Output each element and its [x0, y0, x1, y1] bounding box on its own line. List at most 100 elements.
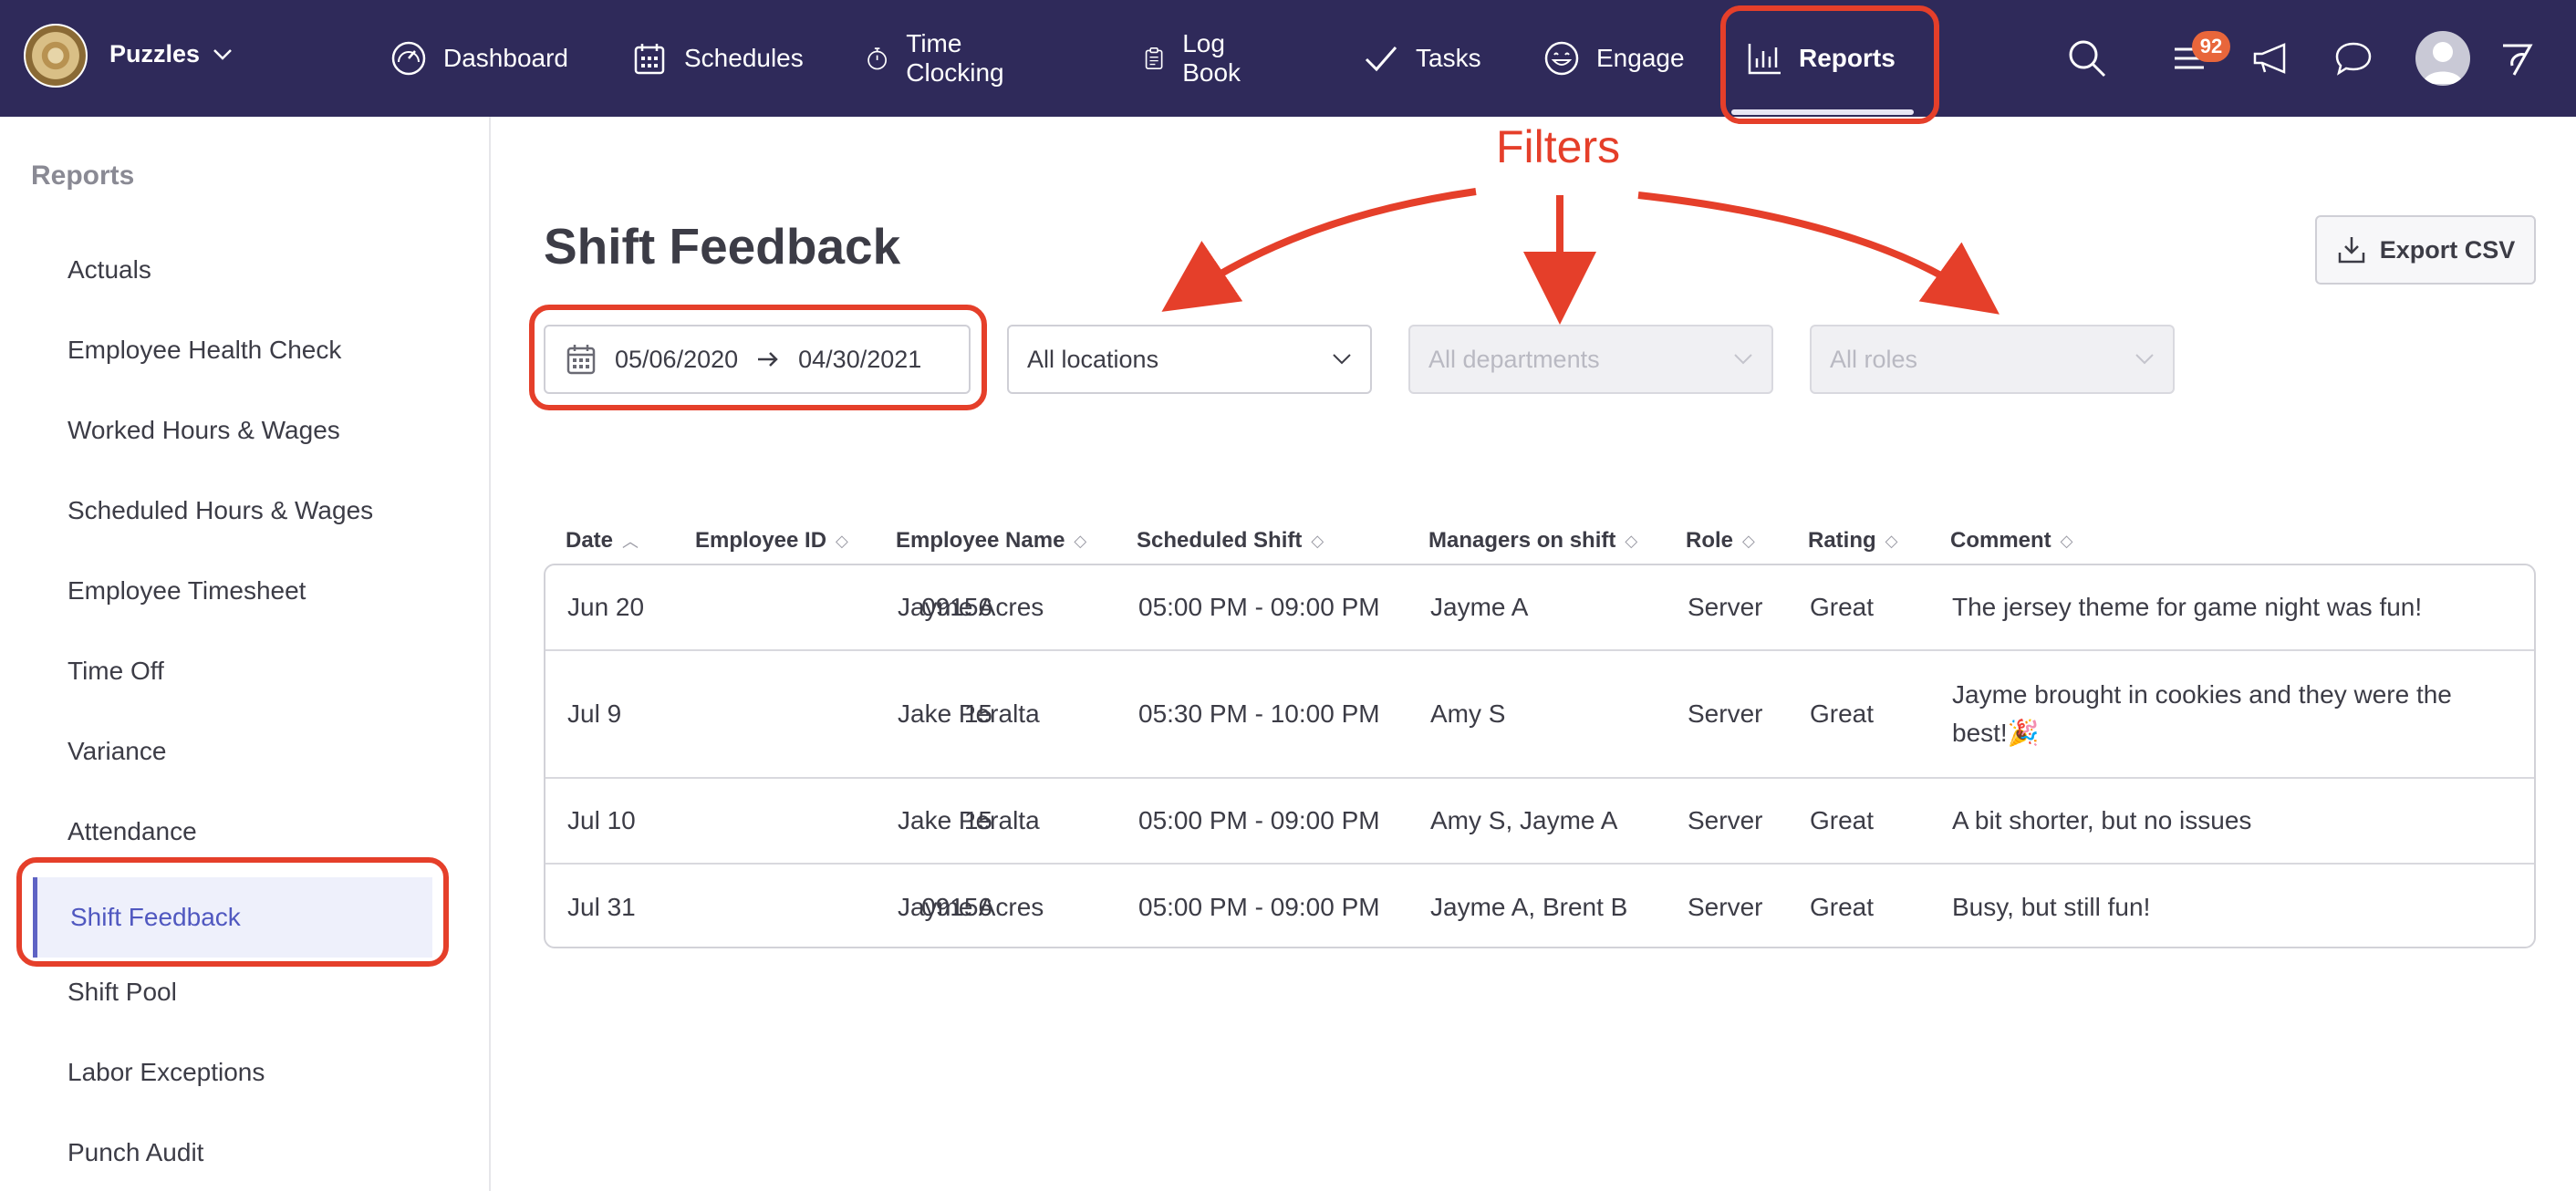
filters-annotation-label: Filters [1496, 121, 1621, 172]
cell-managers: Amy S [1430, 699, 1506, 728]
gauge-icon [391, 41, 426, 76]
stopwatch-icon [867, 47, 888, 70]
organization-switcher[interactable]: Puzzles [109, 40, 233, 68]
download-icon [2338, 237, 2364, 264]
sort-ascending-icon: ︿ [622, 533, 639, 551]
cell-role: Server [1688, 593, 1763, 621]
nav-item-tasks[interactable]: Tasks [1363, 0, 1481, 117]
cell-managers: Jayme A [1430, 593, 1529, 621]
user-avatar[interactable] [2415, 31, 2470, 86]
cell-scheduled-shift: 05:00 PM - 09:00 PM [1138, 593, 1380, 621]
shift-feedback-table: Jun 20 09156 Jayme Acres 05:00 PM - 09:0… [544, 564, 2536, 948]
column-header-rating[interactable]: Rating ◇ [1808, 518, 1898, 564]
nav-item-dashboard[interactable]: Dashboard [390, 0, 568, 117]
nav-label-engage: Engage [1596, 44, 1685, 72]
chevron-down-icon [1333, 354, 1351, 365]
nav-label-time-clocking: Time Clocking [906, 29, 1004, 87]
table-row[interactable]: Jul 31 09156 Jayme Acres 05:00 PM - 09:0… [545, 865, 2534, 947]
sidebar-item-actuals[interactable]: Actuals [68, 255, 151, 285]
chevron-down-icon [2135, 354, 2154, 365]
notification-count-badge: 92 [2192, 31, 2230, 62]
export-csv-label: Export CSV [2379, 235, 2516, 264]
sidebar-item-attendance[interactable]: Attendance [68, 817, 197, 846]
departments-value: All departments [1428, 345, 1600, 373]
column-label: Employee Name [896, 528, 1065, 553]
sidebar-item-employee-health-check[interactable]: Employee Health Check [68, 336, 341, 365]
highlight-reports-nav [1720, 5, 1939, 124]
page-title: Shift Feedback [544, 218, 901, 274]
reports-sidebar: Reports Actuals Employee Health Check Wo… [0, 117, 491, 1191]
brand-menu-button[interactable] [2496, 36, 2540, 80]
table-row[interactable]: Jun 20 09156 Jayme Acres 05:00 PM - 09:0… [545, 565, 2534, 651]
nav-item-engage[interactable]: Engage [1543, 0, 1685, 117]
cell-date: Jul 10 [567, 806, 636, 834]
nav-item-schedules[interactable]: Schedules [631, 0, 804, 117]
cell-comment: A bit shorter, but no issues [1952, 806, 2252, 834]
cell-rating: Great [1810, 593, 1875, 621]
sidebar-item-worked-hours-wages[interactable]: Worked Hours & Wages [68, 416, 340, 445]
cell-employee-name: Jayme Acres [898, 893, 1044, 921]
sidebar-item-labor-exceptions[interactable]: Labor Exceptions [68, 1058, 265, 1087]
nav-item-log-book[interactable]: Log Book [1142, 0, 1253, 117]
column-label: Scheduled Shift [1137, 528, 1303, 553]
column-label: Rating [1808, 528, 1876, 553]
top-navigation-bar: Puzzles Dashboard Schedules Time Clockin… [0, 0, 2576, 117]
cell-scheduled-shift: 05:00 PM - 09:00 PM [1138, 893, 1380, 921]
sidebar-item-time-off[interactable]: Time Off [68, 657, 164, 686]
sidebar-item-variance[interactable]: Variance [68, 737, 166, 766]
sidebar-item-employee-timesheet[interactable]: Employee Timesheet [68, 576, 306, 606]
cell-role: Server [1688, 893, 1763, 921]
column-header-managers[interactable]: Managers on shift ◇ [1428, 518, 1637, 564]
chevron-down-icon [213, 48, 232, 60]
sort-icon: ◇ [1311, 531, 1324, 550]
cell-rating: Great [1810, 806, 1875, 834]
nav-item-time-clocking[interactable]: Time Clocking [865, 0, 1015, 117]
cell-role: Server [1688, 699, 1763, 728]
sort-icon: ◇ [1625, 531, 1638, 550]
column-header-role[interactable]: Role ◇ [1686, 518, 1755, 564]
locations-select[interactable]: All locations [1007, 325, 1372, 394]
chat-bubble-icon [2335, 42, 2372, 76]
person-icon [2423, 42, 2463, 84]
calendar-icon [634, 44, 665, 75]
megaphone-icon [2253, 43, 2286, 74]
messages-button[interactable] [2332, 36, 2375, 80]
column-label: Comment [1950, 528, 2051, 553]
sidebar-item-punch-audit[interactable]: Punch Audit [68, 1138, 203, 1167]
table-header: Date ︿ Employee ID ◇ Employee Name ◇ Schedu… [544, 518, 2536, 564]
locations-value: All locations [1027, 345, 1159, 373]
chevron-down-icon [1734, 354, 1752, 365]
roles-select[interactable]: All roles [1810, 325, 2175, 394]
search-button[interactable] [2065, 36, 2109, 80]
sort-icon: ◇ [836, 531, 848, 550]
export-csv-button[interactable]: Export CSV [2315, 215, 2536, 285]
column-label: Managers on shift [1428, 528, 1616, 553]
sidebar-item-scheduled-hours-wages[interactable]: Scheduled Hours & Wages [68, 496, 373, 525]
column-header-date[interactable]: Date ︿ [566, 518, 639, 564]
table-row[interactable]: Jul 9 15 Jake Peralta 05:30 PM - 10:00 P… [545, 651, 2534, 779]
sidebar-item-shift-pool[interactable]: Shift Pool [68, 978, 177, 1007]
column-header-comment[interactable]: Comment ◇ [1950, 518, 2073, 564]
sort-icon: ◇ [1742, 531, 1755, 550]
column-label: Date [566, 528, 614, 553]
cell-managers: Amy S, Jayme A [1430, 806, 1618, 834]
sort-icon: ◇ [2060, 531, 2073, 550]
cell-comment: The jersey theme for game night was fun! [1952, 593, 2423, 621]
nav-label-dashboard: Dashboard [443, 44, 568, 72]
cell-scheduled-shift: 05:00 PM - 09:00 PM [1138, 806, 1380, 834]
cell-comment: Jayme brought in cookies and they were t… [1952, 680, 2452, 747]
organization-logo[interactable] [24, 24, 88, 88]
column-header-employee-name[interactable]: Employee Name ◇ [896, 518, 1086, 564]
column-header-scheduled-shift[interactable]: Scheduled Shift ◇ [1137, 518, 1324, 564]
announcements-button[interactable] [2249, 36, 2293, 80]
departments-select[interactable]: All departments [1408, 325, 1773, 394]
clipboard-icon [1145, 47, 1163, 69]
check-icon [1365, 47, 1397, 72]
brand-logo-icon [2503, 44, 2533, 76]
table-row[interactable]: Jul 10 15 Jake Peralta 05:00 PM - 09:00 … [545, 779, 2534, 865]
column-header-employee-id[interactable]: Employee ID ◇ [695, 518, 848, 564]
cell-rating: Great [1810, 893, 1875, 921]
cell-date: Jul 31 [567, 893, 636, 921]
arrow-to-roles [1637, 192, 2000, 315]
cell-date: Jun 20 [567, 593, 645, 621]
